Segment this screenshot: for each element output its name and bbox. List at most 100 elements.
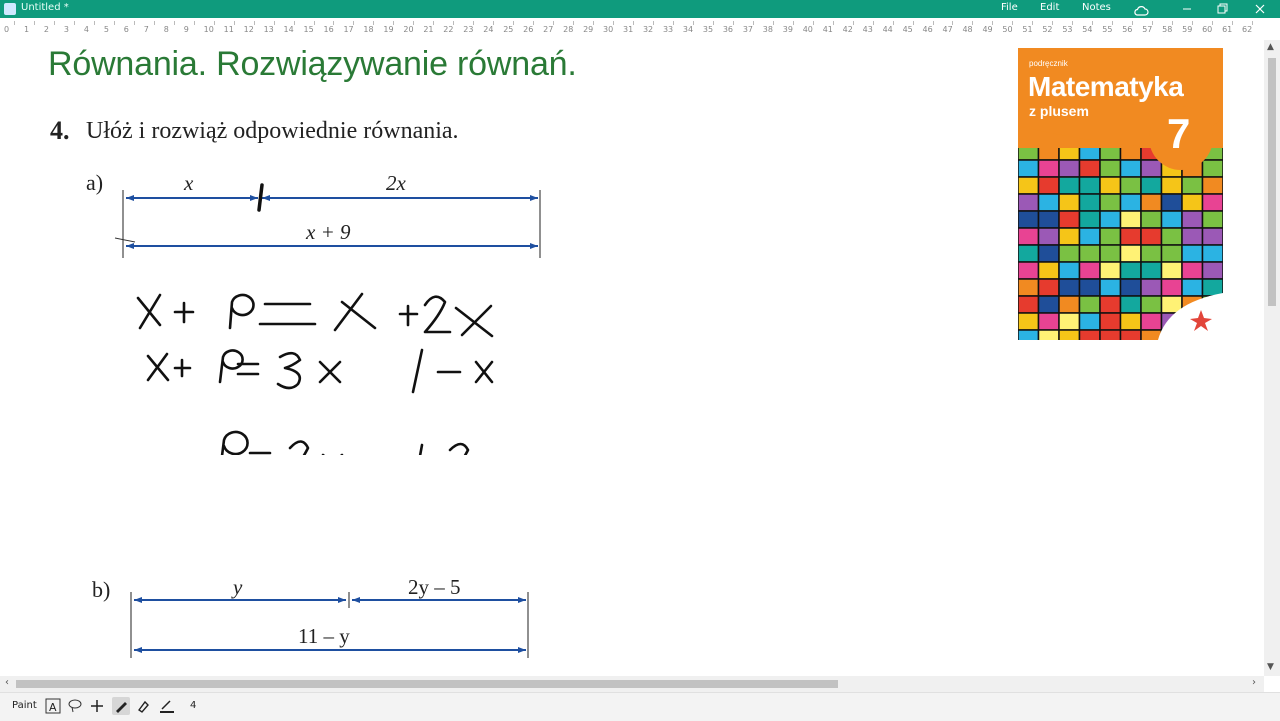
note-canvas[interactable]: Równania. Rozwiązywanie równań. 4. Ułóż … <box>0 40 1264 676</box>
glass-pane <box>1078 278 1101 297</box>
glass-pane <box>1058 295 1081 314</box>
ruler-label: 41 <box>822 25 833 34</box>
horizontal-scroll-thumb[interactable] <box>16 680 838 688</box>
scroll-right-icon[interactable]: › <box>1252 677 1256 688</box>
cross-icon[interactable] <box>88 697 106 715</box>
ruler-label: 60 <box>1202 25 1213 34</box>
glass-pane <box>1058 312 1081 331</box>
ruler-label: 27 <box>543 25 554 34</box>
menu-edit[interactable]: Edit <box>1040 2 1059 13</box>
ruler-label: 37 <box>742 25 753 34</box>
task-number: 4. <box>50 116 70 145</box>
part-a-label: a) <box>86 170 104 195</box>
task-text: Ułóż i rozwiąż odpowiednie równania. <box>86 118 459 144</box>
segment-b-top-right: 2y – 5 <box>408 575 461 599</box>
glass-pane <box>1119 193 1142 212</box>
glass-pane <box>1099 210 1122 229</box>
glass-pane <box>1037 159 1060 178</box>
ruler-label: 11 <box>223 25 234 34</box>
scroll-left-icon[interactable]: ‹ <box>5 677 9 688</box>
glass-pane <box>1160 210 1183 229</box>
ruler-label: 9 <box>183 25 189 34</box>
close-button[interactable] <box>1248 0 1272 18</box>
ruler-tick <box>872 21 874 25</box>
ruler-tick <box>613 21 615 25</box>
highlighter-icon[interactable] <box>134 697 152 715</box>
glass-pane <box>1018 176 1040 195</box>
ruler-tick <box>493 21 495 25</box>
glass-pane <box>1037 261 1060 280</box>
glass-pane <box>1037 193 1060 212</box>
glass-pane <box>1037 312 1060 331</box>
text-tool-icon[interactable]: A <box>44 697 62 715</box>
ruler-tick <box>1032 21 1034 25</box>
ruler-tick <box>593 21 595 25</box>
ruler-label: 49 <box>982 25 993 34</box>
ruler-tick <box>1112 21 1114 25</box>
ruler-tick <box>553 21 555 25</box>
glass-pane <box>1181 227 1204 246</box>
restore-button[interactable] <box>1210 0 1234 18</box>
ruler-tick <box>633 21 634 25</box>
scroll-down-icon[interactable]: ▼ <box>1267 662 1274 672</box>
vertical-scrollbar[interactable]: ▲ ▼ <box>1264 40 1280 676</box>
glass-pane <box>1099 159 1122 178</box>
mode-label: Paint <box>12 700 37 711</box>
ruler-tick <box>73 21 75 25</box>
ruler-tick <box>153 21 155 25</box>
ruler-label: 40 <box>802 25 813 34</box>
ruler-tick <box>253 21 255 25</box>
glass-pane <box>1058 261 1081 280</box>
ruler-label: 53 <box>1062 25 1073 34</box>
ruler-tick <box>1252 21 1254 25</box>
menu-notes[interactable]: Notes <box>1082 2 1111 13</box>
glass-pane <box>1201 176 1223 195</box>
ruler-tick <box>792 21 794 25</box>
ruler-label: 30 <box>603 25 614 34</box>
ruler-tick <box>1132 21 1134 25</box>
pen-icon[interactable] <box>112 697 130 715</box>
glass-pane <box>1140 227 1163 246</box>
menu-file[interactable]: File <box>1001 2 1018 13</box>
scroll-up-icon[interactable]: ▲ <box>1267 42 1274 52</box>
title-bar: Untitled * File Edit Notes <box>0 0 1280 18</box>
glass-pane <box>1119 159 1142 178</box>
glass-pane <box>1140 159 1163 178</box>
ruler-tick <box>952 21 954 25</box>
ruler-label: 47 <box>942 25 953 34</box>
segment-b-top-left: y <box>233 575 243 599</box>
ruler-tick <box>972 21 974 25</box>
glass-pane <box>1018 227 1040 246</box>
ruler-label: 48 <box>962 25 973 34</box>
ruler-label: 43 <box>862 25 873 34</box>
vertical-scroll-thumb[interactable] <box>1268 58 1276 306</box>
ruler-tick <box>912 21 914 25</box>
page-heading: Równania. Rozwiązywanie równań. <box>48 45 577 83</box>
glass-pane <box>1140 312 1163 331</box>
ruler-label: 20 <box>403 25 414 34</box>
pen-size-value[interactable]: 4 <box>190 700 196 711</box>
ruler-tick <box>832 21 834 25</box>
book-grade: 7 <box>1167 110 1191 157</box>
glass-pane <box>1119 312 1142 331</box>
horizontal-scrollbar[interactable]: ‹ › <box>0 676 1264 692</box>
ruler-tick <box>273 21 275 25</box>
ruler-label: 42 <box>842 25 853 34</box>
glass-pane <box>1058 227 1081 246</box>
svg-text:A: A <box>49 701 57 714</box>
ruler-label: 31 <box>623 25 634 34</box>
glass-pane <box>1201 227 1223 246</box>
book-title: Matematyka <box>1028 71 1184 102</box>
textbook-cover: podręcznik Matematyka z plusem 7 <box>1018 48 1223 340</box>
glass-pane <box>1201 244 1223 263</box>
ruler-tick <box>892 21 894 25</box>
ruler-label: 26 <box>523 25 534 34</box>
lasso-icon[interactable] <box>66 697 84 715</box>
line-width-icon[interactable] <box>158 697 176 715</box>
book-subtitle2: z plusem <box>1029 103 1089 119</box>
minimize-button[interactable] <box>1175 0 1199 18</box>
ruler-tick <box>1172 21 1174 25</box>
ruler-label: 50 <box>1002 25 1013 34</box>
ruler-label: 34 <box>682 25 694 34</box>
segment-a-top-left: x <box>184 171 194 195</box>
